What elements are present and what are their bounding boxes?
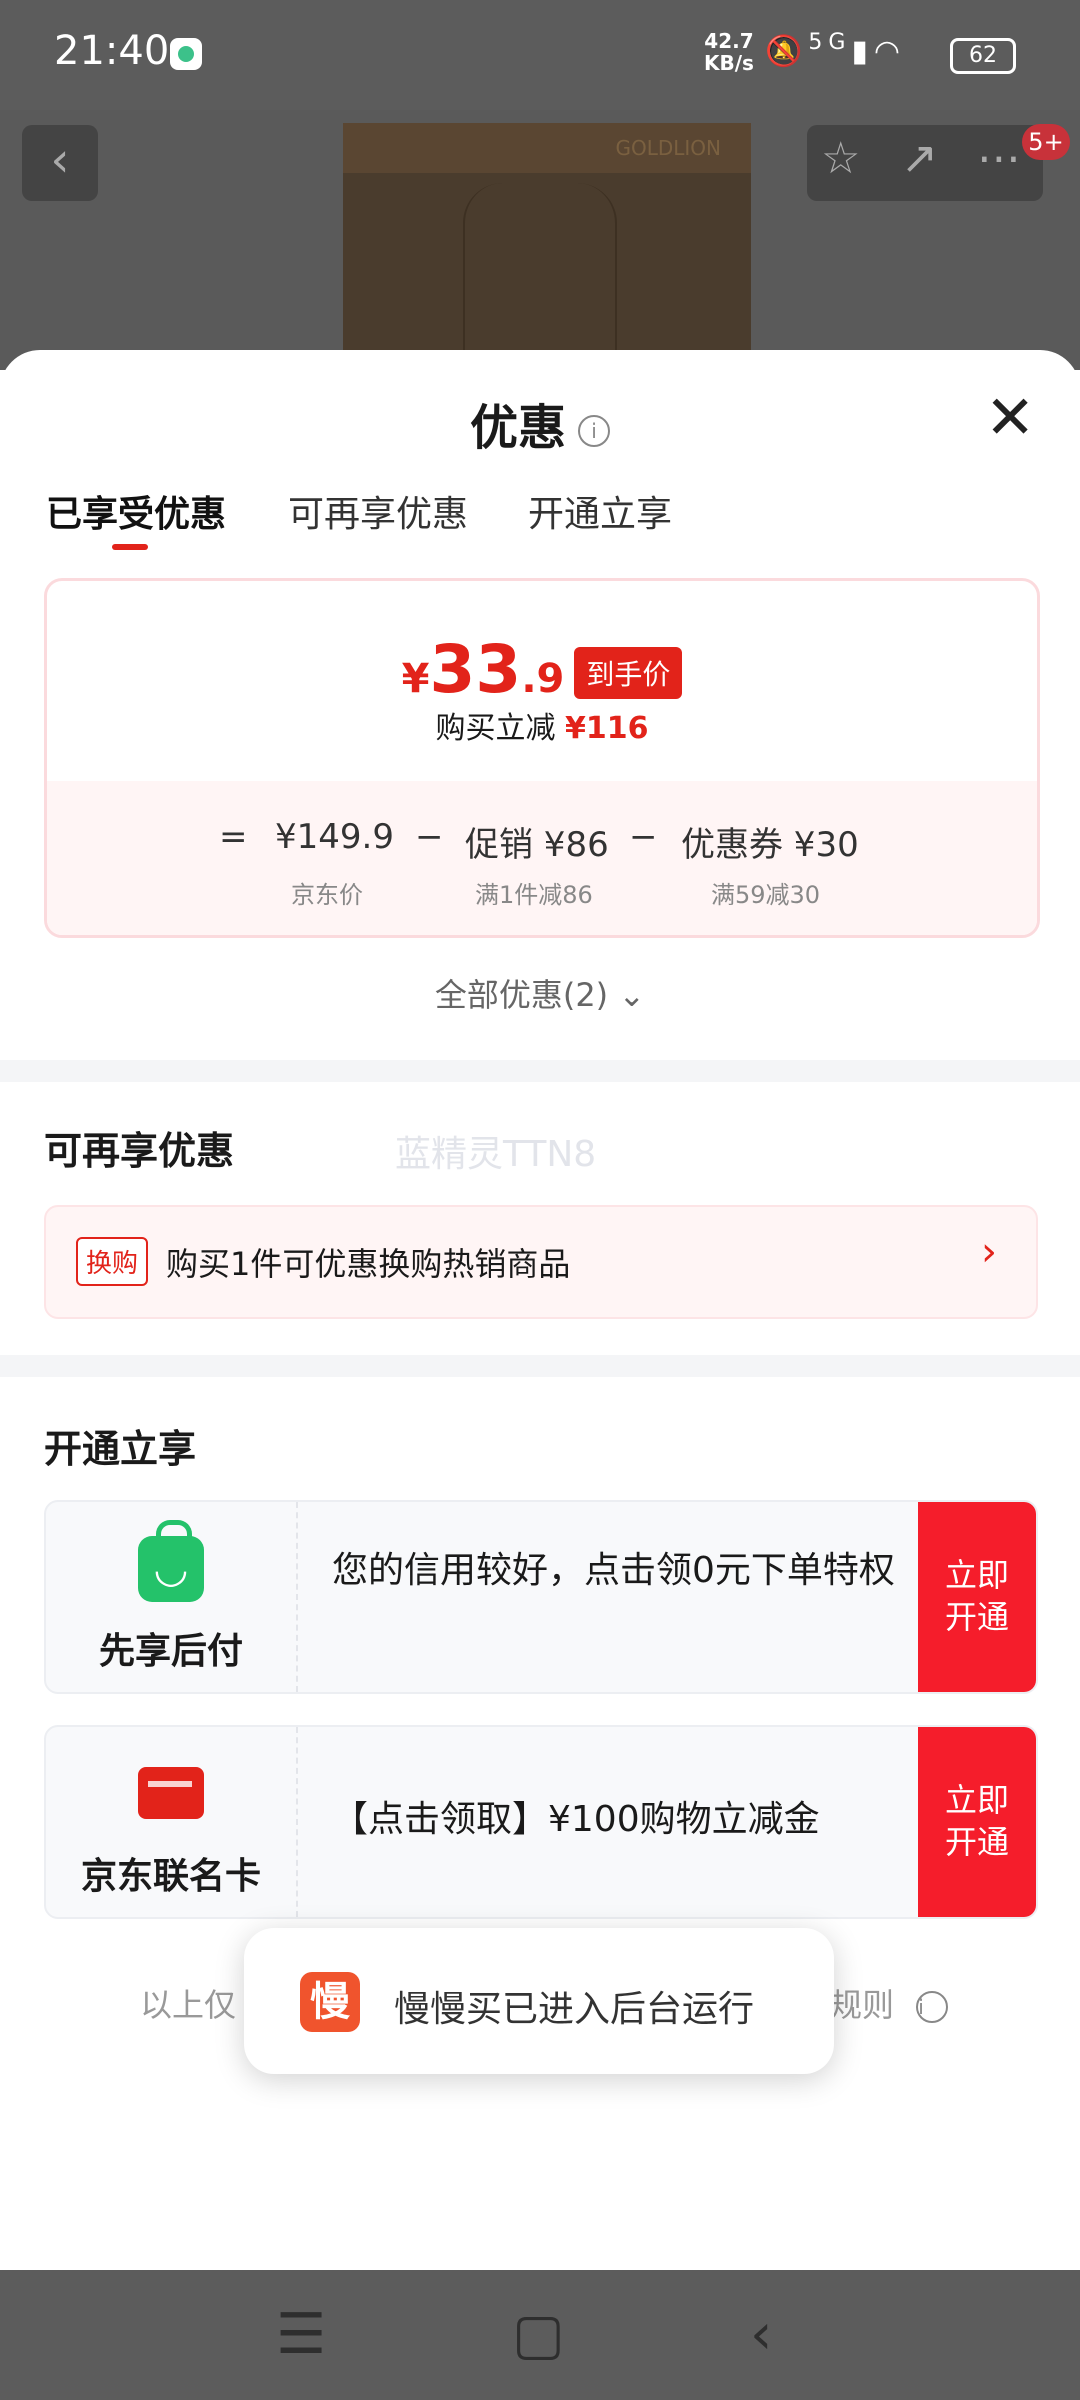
net-speed-value: 42.7 [704, 29, 754, 53]
open-card-left: 京东联名卡 [46, 1727, 298, 1917]
coupon-amount: 优惠券 ¥30 [681, 825, 859, 865]
message-badge: 5+ [1022, 124, 1070, 160]
back-nav-icon[interactable]: ‹ [750, 2302, 772, 2367]
more-icon[interactable]: ⋯ [977, 133, 1021, 184]
open-card-desc: 【点击领取】¥100购物立减金 [332, 1799, 820, 1840]
credit-card-icon [138, 1767, 204, 1819]
net-speed-unit: KB/s [704, 51, 754, 75]
signal-icon: ▮ [851, 34, 874, 69]
final-price: ¥33.9 到手价 [47, 631, 1037, 708]
info-icon: i [916, 1991, 949, 2023]
back-button[interactable]: ‹ [22, 125, 98, 201]
price-dec: .9 [521, 656, 565, 702]
status-bar: 21:40 42.7 KB/s 🔕5G▮◠ 62 [0, 0, 1080, 110]
open-now-line1: 立即 [944, 1556, 1009, 1594]
swap-offer-row[interactable]: 换购 购买1件可优惠换购热销商品 › [44, 1205, 1038, 1319]
sheet-title: 优惠 [469, 400, 566, 456]
jd-price: ¥149.9 [275, 817, 394, 857]
open-now-button[interactable]: 立即 开通 [918, 1502, 1036, 1692]
price-tag: 到手价 [574, 647, 683, 699]
net-speed: 42.7 KB/s [704, 30, 754, 74]
open-now-button[interactable]: 立即 开通 [918, 1727, 1036, 1917]
menu-icon[interactable]: ☰ [276, 2302, 326, 2367]
info-icon[interactable]: i [578, 415, 610, 447]
system-nav-bar: ☰ ▢ ‹ [0, 2270, 1080, 2400]
coupon-label: 满59减30 [711, 881, 821, 909]
home-icon[interactable]: ▢ [512, 2302, 565, 2367]
sheet-title-row: 优惠 i [0, 388, 1080, 458]
tab-open[interactable]: 开通立享 [528, 485, 672, 537]
subtract-row: 购买立减 ¥116 [47, 703, 1037, 747]
star-icon[interactable]: ☆ [821, 133, 860, 184]
close-icon[interactable]: ✕ [985, 388, 1035, 448]
watermark: 蓝精灵TTN8 [395, 1134, 597, 1175]
subtract-label: 购买立减 [435, 711, 556, 746]
price-card: ¥33.9 到手价 购买立减 ¥116 = ¥149.9 − 促销 ¥86 − 优… [44, 578, 1040, 938]
open-card-bnpl[interactable]: ◡ 先享后付 您的信用较好，点击领0元下单特权 立即 开通 [44, 1500, 1038, 1694]
tab-indicator [112, 544, 148, 550]
promo-label: 满1件减86 [475, 881, 593, 909]
status-icons: 🔕5G▮◠ [765, 30, 906, 69]
open-card-name: 先享后付 [98, 1631, 243, 1672]
wifi-icon: ◠ [873, 34, 907, 69]
section-divider [0, 1060, 1080, 1082]
product-actions: ☆ ↗ ⋯ [807, 125, 1043, 201]
mute-icon: 🔕 [765, 34, 809, 69]
product-brand-band: GOLDLION [343, 123, 751, 173]
toast-message: 慢慢买已进入后台运行 [394, 1989, 755, 2030]
product-image: GOLDLION [343, 123, 751, 363]
tab-more[interactable]: 可再享优惠 [288, 485, 468, 537]
open-now-line2: 开通 [944, 1823, 1009, 1861]
app-logo-icon: 慢 [300, 1972, 360, 2032]
price-int: 33 [429, 631, 522, 708]
product-fold [463, 183, 617, 363]
swap-tag: 换购 [76, 1237, 149, 1286]
rules-label: 规则 [830, 1986, 895, 2024]
swap-text: 购买1件可优惠换购热销商品 [166, 1245, 571, 1283]
minus-sign-1: − [415, 817, 444, 857]
background-toast: 慢 慢慢买已进入后台运行 [244, 1928, 834, 2074]
network-label: 5G [808, 30, 852, 55]
subtract-value: ¥116 [565, 711, 649, 746]
open-card-left: ◡ 先享后付 [46, 1502, 298, 1692]
share-icon[interactable]: ↗ [901, 133, 938, 184]
resale-title: 可再享优惠 [44, 1129, 235, 1173]
all-promos-link[interactable]: 全部优惠(2) ⌄ [0, 970, 1080, 1016]
equals-sign: = [219, 817, 248, 857]
all-promos-label: 全部优惠(2) [434, 976, 609, 1014]
discount-sheet: 优惠 i ✕ 已享受优惠 可再享优惠 开通立享 ¥33.9 到手价 购买立减 ¥11… [0, 350, 1080, 2270]
chevron-right-icon: › [981, 1229, 997, 1275]
chevron-down-icon: ⌄ [618, 976, 646, 1014]
price-currency: ¥ [401, 656, 430, 702]
open-now-line1: 立即 [944, 1781, 1009, 1819]
status-time: 21:40 [54, 28, 170, 74]
disclaimer-text: 以上仅 [140, 1986, 237, 2024]
app-notification-icon [170, 38, 202, 70]
minus-sign-2: − [629, 817, 658, 857]
open-card-name: 京东联名卡 [80, 1856, 261, 1897]
open-card-desc: 您的信用较好，点击领0元下单特权 [332, 1550, 895, 1591]
open-now-line2: 开通 [944, 1598, 1009, 1636]
open-card-cobrand[interactable]: 京东联名卡 【点击领取】¥100购物立减金 立即 开通 [44, 1725, 1038, 1919]
rules-link[interactable]: 规则 i [830, 1980, 949, 2026]
jd-price-label: 京东价 [291, 881, 363, 909]
battery-icon: 62 [950, 38, 1016, 74]
tab-enjoyed[interactable]: 已享受优惠 [46, 485, 226, 537]
promo-amount: 促销 ¥86 [465, 825, 609, 865]
section-divider [0, 1355, 1080, 1377]
shopping-bag-icon: ◡ [138, 1520, 204, 1602]
open-section-title: 开通立享 [44, 1427, 197, 1471]
